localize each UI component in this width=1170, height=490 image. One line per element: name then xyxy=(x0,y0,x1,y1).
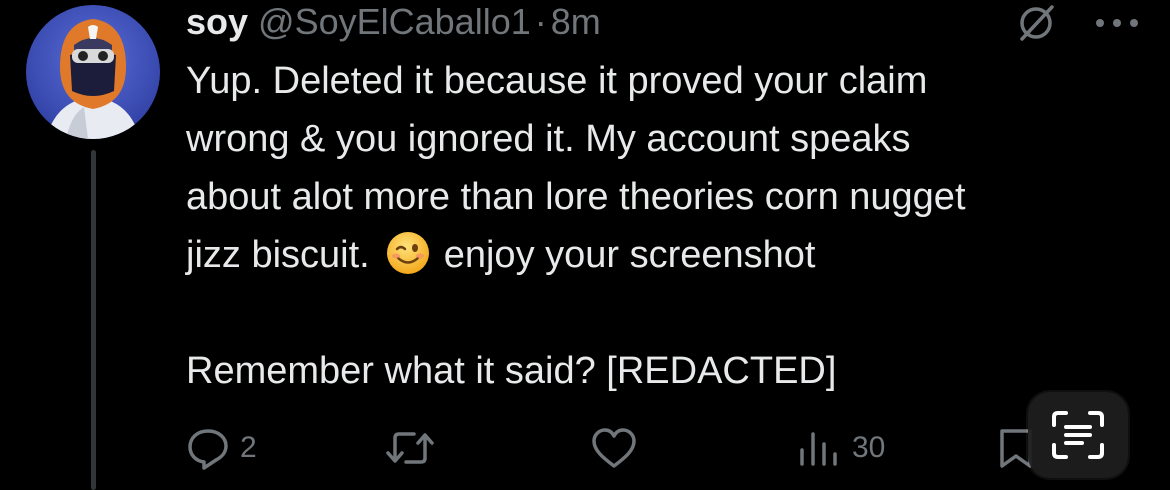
comment-icon xyxy=(188,429,228,470)
bar-chart-icon xyxy=(800,432,837,466)
thread-line xyxy=(91,150,96,490)
tweet-body-line: wrong & you ignored it. My account speak… xyxy=(186,118,911,160)
tweet-body-text: enjoy your screenshot xyxy=(443,234,816,276)
more-dots-icon[interactable] xyxy=(1094,16,1140,28)
winking-face-emoji-icon xyxy=(386,231,430,275)
tweet-body-text: jizz biscuit. xyxy=(186,234,370,276)
avatar-image xyxy=(26,5,160,139)
views-button[interactable]: 30 xyxy=(796,426,885,470)
timestamp[interactable]: 8m xyxy=(551,1,601,43)
tweet-actions: 2 30 xyxy=(186,420,1146,476)
author-name[interactable]: soy xyxy=(186,1,248,43)
tweet-body: Yup. Deleted it because it proved your c… xyxy=(186,52,1146,400)
tweet-body-line: Remember what it said? [REDACTED] xyxy=(186,350,837,392)
like-button[interactable] xyxy=(590,426,648,470)
retweet-button[interactable] xyxy=(384,426,446,470)
reply-count: 2 xyxy=(240,431,257,464)
header-separator: · xyxy=(534,1,547,42)
tweet-body-line: about alot more than lore theories corn … xyxy=(186,176,966,218)
heart-icon xyxy=(592,428,636,468)
tweet-body-line: jizz biscuit. enjoy your screenshot xyxy=(186,226,1146,284)
views-count: 30 xyxy=(852,431,886,464)
mute-slash-icon[interactable] xyxy=(1016,3,1056,43)
live-text-scan-icon xyxy=(1052,411,1104,459)
tweet-body-line: Yup. Deleted it because it proved your c… xyxy=(186,60,928,102)
author-handle[interactable]: @SoyElCaballo1 xyxy=(258,1,531,43)
avatar[interactable] xyxy=(26,5,160,139)
live-text-scan-button[interactable] xyxy=(1028,392,1128,478)
reply-button[interactable]: 2 xyxy=(186,426,257,470)
retweet-icon xyxy=(386,432,434,464)
tweet-header: soy @SoyElCaballo1 · 8m xyxy=(186,0,601,44)
